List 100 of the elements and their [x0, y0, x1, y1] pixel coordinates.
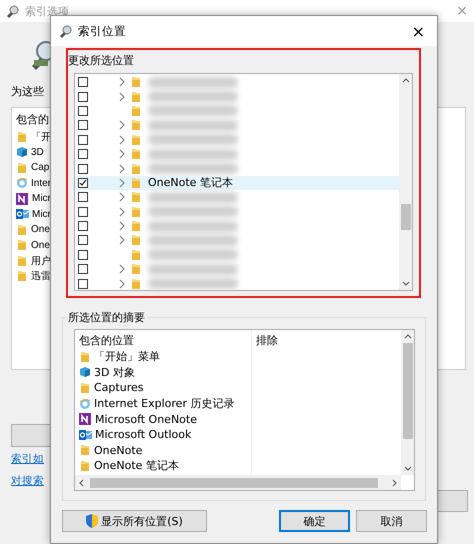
scroll-thumb[interactable]: [400, 204, 410, 230]
checkbox[interactable]: [78, 77, 88, 88]
folder-icon: [79, 460, 91, 472]
list-item: Micr: [32, 193, 51, 204]
checkbox[interactable]: [78, 264, 88, 274]
magnifier-icon: [59, 24, 73, 38]
checkbox[interactable]: [78, 178, 88, 188]
list-item: 3D: [31, 146, 44, 158]
button[interactable]: 显示所有位置(S): [62, 510, 207, 532]
list-item: Inter: [31, 178, 52, 189]
mail-icon: [79, 428, 92, 441]
list-item: Internet Explorer 历史记录: [94, 396, 234, 412]
checkbox[interactable]: [78, 164, 88, 174]
expand-icon[interactable]: [118, 235, 126, 246]
folder-icon: [130, 162, 142, 175]
list-item: One: [31, 240, 50, 251]
folder-icon: [130, 76, 142, 88]
checkbox[interactable]: [78, 235, 88, 246]
cube-icon: [16, 146, 28, 158]
checkbox[interactable]: [78, 278, 88, 289]
list-item: One: [31, 224, 50, 236]
list-item: 「开: [31, 130, 51, 144]
checkbox[interactable]: [78, 206, 88, 217]
folder-icon: [79, 350, 91, 363]
column-header: 包含的: [16, 112, 49, 127]
scroll-thumb[interactable]: [402, 343, 412, 439]
folder-icon: [130, 104, 142, 117]
list-item: 3D 对象: [94, 364, 135, 380]
folder-icon: [16, 130, 28, 143]
folder-icon: [130, 191, 142, 204]
folder-icon: [79, 382, 91, 394]
checkbox[interactable]: [78, 149, 88, 160]
list-item: Microsoft OneNote: [95, 412, 197, 426]
expand-icon[interactable]: [118, 264, 126, 274]
group-label: 更改所选位置: [68, 53, 134, 68]
folder-icon: [130, 248, 142, 261]
folder-icon: [16, 270, 28, 282]
expand-icon[interactable]: [118, 221, 126, 232]
list-item: 迅雷: [31, 270, 51, 284]
column-header: 排除: [256, 333, 278, 349]
list-item: 「开始」菜单: [94, 349, 160, 364]
folder-icon: [130, 148, 142, 160]
checkbox[interactable]: [78, 120, 88, 130]
close-button[interactable]: ×: [408, 22, 429, 40]
list-item: Microsoft Outlook: [95, 428, 192, 442]
scrollbar[interactable]: [401, 330, 414, 475]
intro-text: 为这些: [11, 84, 44, 99]
folder-icon: [130, 278, 142, 290]
checkbox[interactable]: [78, 92, 88, 102]
folder-icon: [130, 119, 142, 132]
scroll-thumb[interactable]: [90, 478, 378, 488]
folder-icon: [130, 134, 142, 146]
button[interactable]: 确定: [279, 510, 350, 532]
magnifier-icon: [6, 4, 20, 18]
group-label: 所选位置的摘要: [68, 310, 147, 325]
globe-icon: [79, 398, 91, 410]
button[interactable]: 取消: [356, 510, 427, 532]
folder-icon: [130, 90, 142, 103]
expand-icon[interactable]: [118, 278, 126, 289]
list-item: OneNote 笔记本: [94, 458, 179, 474]
scrollbar[interactable]: [75, 475, 401, 490]
expand-icon[interactable]: [118, 149, 126, 160]
notebook-icon: [79, 413, 92, 426]
folder-icon: [16, 162, 28, 174]
checkbox[interactable]: [78, 192, 88, 202]
folder-icon: [130, 263, 142, 276]
selected-row[interactable]: OneNote 笔记本: [75, 176, 399, 190]
dialog-title: 索引位置: [78, 24, 126, 38]
folder-icon: [130, 206, 142, 218]
folder-icon: [16, 224, 28, 236]
mail-icon: [16, 208, 29, 220]
checkbox[interactable]: [78, 250, 88, 260]
checkbox[interactable]: [78, 134, 88, 145]
expand-icon[interactable]: [118, 134, 126, 145]
help-link[interactable]: 索引如: [11, 452, 44, 466]
folder-icon: [16, 254, 28, 267]
folder-icon: [130, 220, 142, 232]
scrollbar[interactable]: [399, 74, 412, 290]
list-item: Cap: [31, 162, 50, 174]
list-item: OneNote: [94, 444, 142, 457]
help-link[interactable]: 对搜索: [11, 474, 44, 488]
shield-icon: [86, 514, 98, 528]
checkbox[interactable]: [78, 221, 88, 232]
list-item: 用户: [31, 254, 51, 268]
folder-icon: [130, 176, 142, 189]
expand-icon[interactable]: [118, 164, 126, 174]
expand-icon[interactable]: [118, 192, 126, 202]
expand-icon[interactable]: [118, 206, 126, 217]
checkbox[interactable]: [78, 106, 88, 116]
notebook-icon: [16, 192, 29, 205]
cube-icon: [79, 366, 91, 378]
expand-icon[interactable]: [118, 92, 126, 102]
expand-icon[interactable]: [118, 120, 126, 130]
folder-icon: [16, 239, 28, 252]
tree-item-label: OneNote 笔记本: [148, 175, 233, 190]
column-header: 包含的位置: [79, 333, 135, 349]
expand-icon[interactable]: [118, 178, 126, 188]
folder-icon: [79, 444, 91, 456]
globe-icon: [16, 177, 28, 190]
expand-icon[interactable]: [118, 77, 126, 88]
